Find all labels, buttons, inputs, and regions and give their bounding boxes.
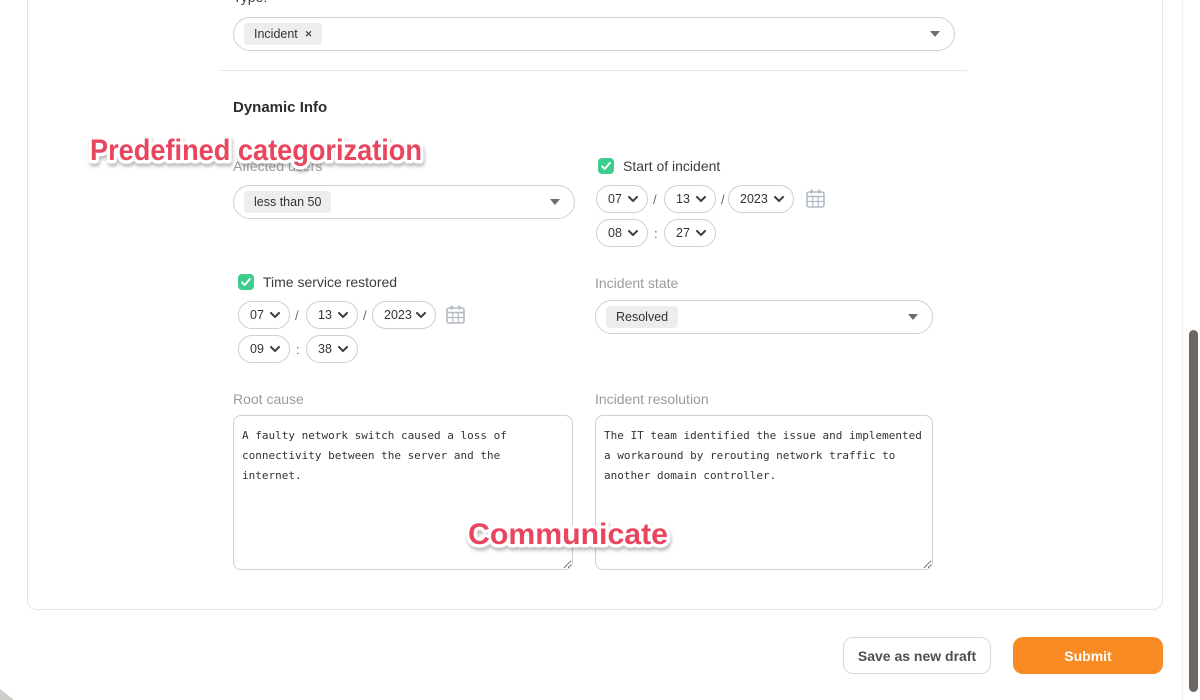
start-minute-value: 27 (676, 226, 690, 240)
restored-hour-select[interactable]: 09 (238, 335, 290, 363)
type-multiselect[interactable]: Incident ✕ (233, 17, 955, 51)
chevron-down-icon (338, 346, 348, 352)
scrollbar-track (1182, 0, 1183, 700)
type-tag-label: Incident (254, 27, 298, 41)
date-separator: / (295, 308, 299, 323)
annotation-predefined-categorization: Predefined categorization (62, 122, 462, 176)
calendar-icon[interactable] (806, 189, 825, 208)
scrollbar-thumb[interactable] (1189, 330, 1198, 692)
start-year-value: 2023 (740, 192, 768, 206)
incident-resolution-label: Incident resolution (595, 391, 709, 407)
chevron-down-icon (338, 312, 348, 318)
incident-form-page: Type: Incident ✕ Dynamic Info Affected u… (0, 0, 1200, 700)
date-separator: / (721, 192, 725, 207)
start-month-select[interactable]: 07 (596, 185, 648, 213)
restored-minute-value: 38 (318, 342, 332, 356)
service-restored-label: Time service restored (263, 274, 397, 290)
start-incident-checkbox[interactable] (598, 158, 614, 174)
restored-month-value: 07 (250, 308, 264, 322)
chevron-down-icon (930, 31, 940, 37)
start-incident-label: Start of incident (623, 158, 720, 174)
affected-users-select[interactable]: less than 50 (233, 185, 575, 219)
date-separator: / (363, 308, 367, 323)
start-minute-select[interactable]: 27 (664, 219, 716, 247)
date-separator: / (653, 192, 657, 207)
chevron-down-icon (550, 199, 560, 205)
chevron-down-icon (696, 230, 706, 236)
start-day-select[interactable]: 13 (664, 185, 716, 213)
start-hour-value: 08 (608, 226, 622, 240)
chevron-down-icon (696, 196, 706, 202)
time-separator: : (296, 342, 300, 357)
cursor-artifact (0, 689, 14, 700)
dynamic-info-heading: Dynamic Info (233, 99, 327, 116)
chevron-down-icon (908, 314, 918, 320)
root-cause-label: Root cause (233, 391, 304, 407)
restored-year-select[interactable]: 2023 (372, 301, 436, 329)
start-month-value: 07 (608, 192, 622, 206)
restored-year-value: 2023 (384, 308, 412, 322)
save-as-new-draft-button[interactable]: Save as new draft (843, 637, 991, 674)
annotation-text: Predefined categorization (90, 134, 422, 167)
restored-day-value: 13 (318, 308, 332, 322)
chevron-down-icon (270, 312, 280, 318)
annotation-text: Communicate (468, 518, 668, 551)
restored-hour-value: 09 (250, 342, 264, 356)
restored-minute-select[interactable]: 38 (306, 335, 358, 363)
start-day-value: 13 (676, 192, 690, 206)
checkmark-icon (240, 276, 252, 288)
start-year-select[interactable]: 2023 (728, 185, 794, 213)
annotation-communicate: Communicate (440, 506, 720, 560)
restored-month-select[interactable]: 07 (238, 301, 290, 329)
checkmark-icon (600, 160, 612, 172)
start-hour-select[interactable]: 08 (596, 219, 648, 247)
service-restored-checkbox[interactable] (238, 274, 254, 290)
submit-button[interactable]: Submit (1013, 637, 1163, 674)
incident-state-value: Resolved (606, 306, 678, 328)
chevron-down-icon (628, 230, 638, 236)
chevron-down-icon (270, 346, 280, 352)
remove-tag-icon[interactable]: ✕ (305, 29, 313, 40)
chevron-down-icon (774, 196, 784, 202)
chevron-down-icon (628, 196, 638, 202)
incident-state-label: Incident state (595, 275, 678, 291)
chevron-down-icon (416, 312, 426, 318)
calendar-icon[interactable] (446, 305, 465, 324)
section-divider (220, 70, 967, 71)
type-label: Type: (233, 0, 267, 5)
restored-day-select[interactable]: 13 (306, 301, 358, 329)
type-tag: Incident ✕ (244, 23, 322, 45)
incident-state-select[interactable]: Resolved (595, 300, 933, 334)
affected-users-value: less than 50 (244, 191, 331, 213)
time-separator: : (654, 226, 658, 241)
